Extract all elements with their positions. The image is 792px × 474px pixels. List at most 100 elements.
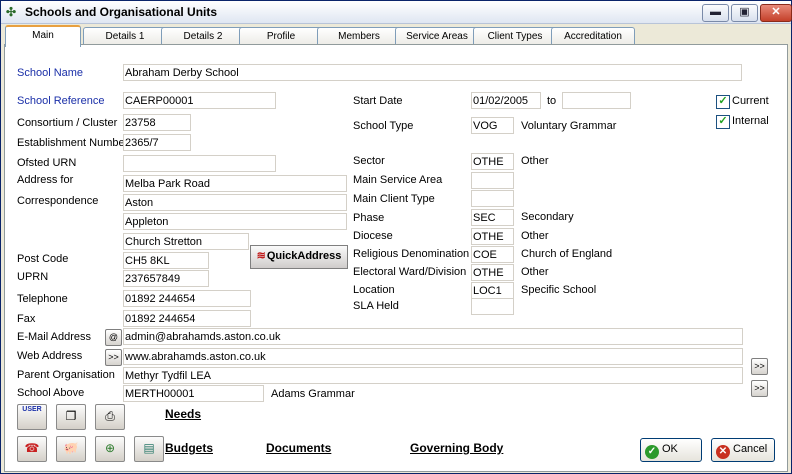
current-label: Current	[732, 95, 769, 107]
ofsted-label: Ofsted URN	[17, 157, 77, 169]
document-button[interactable]: ▤	[134, 436, 164, 462]
email-input[interactable]: admin@abrahamds.aston.co.uk	[123, 328, 743, 345]
main-service-code[interactable]	[471, 172, 514, 189]
check-icon: ✓	[645, 445, 659, 459]
quickaddress-icon: ≋	[256, 250, 266, 262]
fax-label: Fax	[17, 313, 36, 325]
establishment-input[interactable]: 2365/7	[123, 134, 191, 151]
ofsted-input[interactable]	[123, 155, 276, 172]
sla-code[interactable]	[471, 298, 514, 315]
phase-desc: Secondary	[521, 211, 574, 223]
internal-checkbox[interactable]: ✓	[716, 115, 730, 129]
ward-desc: Other	[521, 266, 549, 278]
address-label-2: Correspondence	[17, 195, 99, 207]
budgets-link[interactable]: Budgets	[165, 441, 213, 455]
ward-label: Electoral Ward/Division	[353, 266, 467, 278]
document-icon: ▤	[143, 441, 155, 455]
main-service-label: Main Service Area	[353, 174, 443, 186]
diocese-code[interactable]: OTHE	[471, 228, 514, 245]
start-date-input[interactable]: 01/02/2005	[471, 92, 541, 109]
consortium-label: Consortium / Cluster	[17, 117, 118, 129]
location-code[interactable]: LOC1	[471, 282, 514, 299]
diocese-desc: Other	[521, 230, 549, 242]
documents-link[interactable]: Documents	[266, 441, 331, 455]
user-icon: USER	[22, 406, 42, 413]
school-type-desc: Voluntary Grammar	[521, 120, 617, 132]
uprn-input[interactable]: 237657849	[123, 270, 209, 287]
religion-code[interactable]: COE	[471, 246, 514, 263]
address-line-1[interactable]: Melba Park Road	[123, 175, 347, 192]
copy-icon: ❐	[65, 409, 77, 423]
address-line-3[interactable]: Appleton	[123, 213, 347, 230]
address-line-4[interactable]: Church Stretton	[123, 233, 249, 250]
quickaddress-label: QuickAddress	[266, 250, 342, 262]
more-button-2[interactable]: >>	[751, 380, 768, 397]
sector-desc: Other	[521, 155, 549, 167]
establishment-label: Establishment Number	[17, 137, 129, 149]
sector-label: Sector	[353, 155, 385, 167]
ok-label: OK	[662, 443, 678, 455]
school-type-label: School Type	[353, 120, 414, 132]
ok-button[interactable]: ✓ OK	[640, 438, 702, 462]
start-date-label: Start Date	[353, 95, 403, 107]
parent-label: Parent Organisation	[17, 369, 115, 381]
school-reference-label: School Reference	[17, 95, 105, 107]
postcode-label: Post Code	[17, 253, 69, 265]
needs-link[interactable]: Needs	[165, 407, 201, 421]
globe-button[interactable]: ⊕	[95, 436, 125, 462]
phase-code[interactable]: SEC	[471, 209, 514, 226]
school-above-label: School Above	[17, 387, 85, 399]
phase-label: Phase	[353, 212, 385, 224]
diocese-label: Diocese	[353, 230, 393, 242]
address-line-2[interactable]: Aston	[123, 194, 347, 211]
telephone-label: Telephone	[17, 293, 68, 305]
budget-button[interactable]: 🐖	[56, 436, 86, 462]
school-name-label: School Name	[17, 67, 84, 79]
school-reference-input[interactable]: CAERP00001	[123, 92, 276, 109]
sla-label: SLA Held	[353, 300, 399, 312]
tab-main[interactable]: Main	[5, 25, 81, 47]
globe-icon: ⊕	[104, 441, 116, 455]
governing-body-link[interactable]: Governing Body	[410, 441, 503, 455]
email-at-button[interactable]: @	[105, 329, 122, 346]
copy-button[interactable]: ❐	[56, 404, 86, 430]
school-above-name: Adams Grammar	[271, 388, 355, 400]
fax-input[interactable]: 01892 244654	[123, 310, 251, 327]
school-type-code[interactable]: VOG	[471, 117, 514, 134]
religion-desc: Church of England	[521, 248, 613, 260]
uprn-label: UPRN	[17, 271, 49, 283]
cancel-button[interactable]: ✕ Cancel	[711, 438, 775, 462]
web-input[interactable]: www.abrahamds.aston.co.uk	[123, 348, 743, 365]
main-panel: School Name Abraham Derby School School …	[0, 0, 792, 474]
internal-label: Internal	[732, 115, 769, 127]
telephone-input[interactable]: 01892 244654	[123, 290, 251, 307]
web-label: Web Address	[17, 350, 83, 362]
phone-button[interactable]: ☎	[17, 436, 47, 462]
location-desc: Specific School	[521, 284, 597, 296]
current-checkbox[interactable]: ✓	[716, 95, 730, 109]
to-label: to	[547, 95, 557, 107]
location-label: Location	[353, 284, 395, 296]
consortium-input[interactable]: 23758	[123, 114, 191, 131]
cancel-icon: ✕	[716, 445, 730, 459]
ward-code[interactable]: OTHE	[471, 264, 514, 281]
piggy-bank-icon: 🐖	[63, 441, 79, 455]
main-client-label: Main Client Type	[353, 193, 435, 205]
quickaddress-button[interactable]: ≋QuickAddress	[250, 245, 348, 269]
address-label-1: Address for	[17, 174, 74, 186]
web-go-button[interactable]: >>	[105, 349, 122, 366]
more-button-1[interactable]: >>	[751, 358, 768, 375]
sector-code[interactable]: OTHE	[471, 153, 514, 170]
cancel-label: Cancel	[733, 443, 768, 455]
parent-input[interactable]: Methyr Tydfil LEA	[123, 367, 743, 384]
print-button[interactable]: ⎙	[95, 404, 125, 430]
school-above-code[interactable]: MERTH00001	[123, 385, 264, 402]
school-name-input[interactable]: Abraham Derby School	[123, 64, 742, 81]
printer-icon: ⎙	[105, 409, 115, 423]
user-button[interactable]: USER	[17, 404, 47, 430]
religion-label: Religious Denomination	[353, 248, 470, 260]
end-date-input[interactable]	[562, 92, 631, 109]
postcode-input[interactable]: CH5 8KL	[123, 252, 209, 269]
main-client-code[interactable]	[471, 190, 514, 207]
email-label: E-Mail Address	[17, 331, 91, 343]
